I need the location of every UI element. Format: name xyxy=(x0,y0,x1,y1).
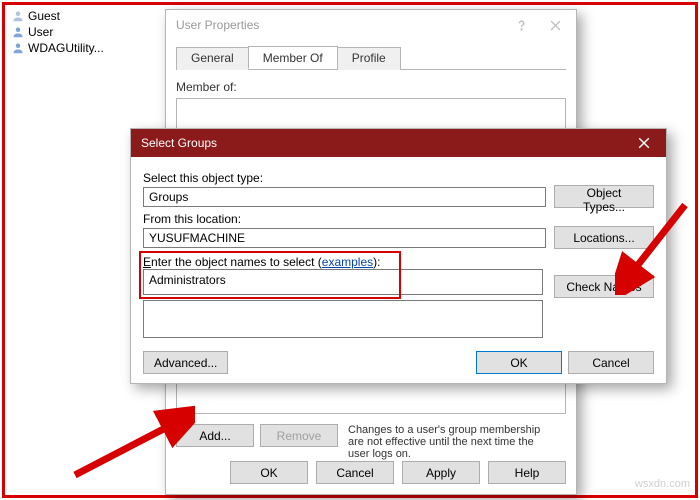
member-of-label: Member of: xyxy=(176,80,566,94)
apply-button[interactable]: Apply xyxy=(402,461,480,484)
user-name: WDAGUtility... xyxy=(28,41,104,55)
user-name: Guest xyxy=(28,9,60,23)
titlebar: Select Groups xyxy=(131,129,666,157)
location-field[interactable] xyxy=(143,228,546,248)
close-icon[interactable] xyxy=(538,14,572,36)
ok-button[interactable]: OK xyxy=(230,461,308,484)
close-icon[interactable] xyxy=(622,129,666,157)
titlebar: User Properties xyxy=(166,10,576,40)
user-name: User xyxy=(28,25,53,39)
cancel-button[interactable]: Cancel xyxy=(316,461,394,484)
object-type-field[interactable] xyxy=(143,187,546,207)
check-names-button[interactable]: Check Names xyxy=(554,275,654,298)
locations-button[interactable]: Locations... xyxy=(554,226,654,249)
add-button[interactable]: Add... xyxy=(176,424,254,447)
advanced-button[interactable]: Advanced... xyxy=(143,351,228,374)
dialog-title: User Properties xyxy=(176,18,259,32)
cancel-button[interactable]: Cancel xyxy=(568,351,654,374)
select-groups-dialog: Select Groups Select this object type: O… xyxy=(130,128,667,384)
user-icon xyxy=(12,10,24,22)
examples-link[interactable]: examples xyxy=(322,255,373,269)
user-icon xyxy=(12,26,24,38)
object-names-extra[interactable] xyxy=(143,300,543,338)
remove-button: Remove xyxy=(260,424,338,447)
tab-general[interactable]: General xyxy=(176,47,249,70)
object-types-button[interactable]: Object Types... xyxy=(554,185,654,208)
help-icon[interactable] xyxy=(504,14,538,36)
annotation-red-frame: Guest User WDAGUtility... Built-in accou… xyxy=(2,2,698,498)
tab-member-of[interactable]: Member Of xyxy=(248,46,338,69)
object-type-label: Select this object type: xyxy=(143,171,654,185)
user-icon xyxy=(12,42,24,54)
object-names-label: EEnter the object names to select nter t… xyxy=(143,255,546,269)
tabbar: General Member Of Profile xyxy=(176,46,566,70)
ok-button[interactable]: OK xyxy=(476,351,562,374)
object-names-input[interactable] xyxy=(143,269,543,295)
watermark: wsxdn.com xyxy=(635,478,690,490)
location-label: From this location: xyxy=(143,212,654,226)
dialog-title: Select Groups xyxy=(141,136,217,150)
membership-hint: Changes to a user's group membership are… xyxy=(348,424,548,460)
help-button[interactable]: Help xyxy=(488,461,566,484)
tab-profile[interactable]: Profile xyxy=(337,47,401,70)
